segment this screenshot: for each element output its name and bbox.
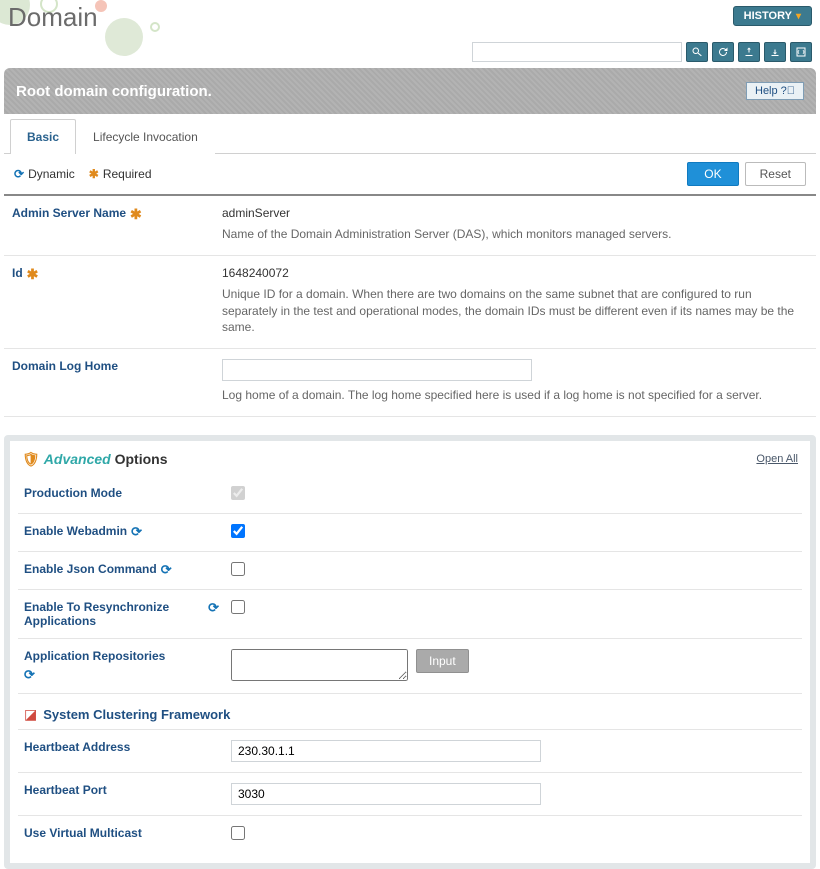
dynamic-icon: ⟳: [14, 167, 24, 181]
page-title: Domain: [8, 2, 812, 33]
input-log-home[interactable]: [222, 359, 532, 381]
dynamic-icon: ⟳: [131, 524, 142, 540]
row-app-repos: Application Repositories ⟳ Input: [18, 639, 802, 694]
legend-row: ⟳Dynamic ✱Required OK Reset: [4, 154, 816, 196]
value-admin-server: adminServer: [222, 206, 808, 220]
reset-button[interactable]: Reset: [745, 162, 806, 186]
label-heartbeat-addr: Heartbeat Address: [24, 740, 130, 754]
label-app-repos: Application Repositories: [24, 649, 165, 663]
search-input[interactable]: [472, 42, 682, 62]
row-heartbeat-address: Heartbeat Address: [18, 730, 802, 773]
textarea-app-repos[interactable]: [231, 649, 408, 681]
advanced-title-suffix: Options: [111, 451, 168, 467]
label-enable-webadmin: Enable Webadmin: [24, 524, 127, 538]
legend-required: ✱Required: [89, 167, 152, 181]
checkbox-virtual-multicast[interactable]: [231, 826, 245, 840]
label-log-home: Domain Log Home: [12, 359, 222, 404]
row-production-mode: Production Mode: [18, 476, 802, 514]
top-row: Domain HISTORY ▾: [0, 0, 820, 42]
dynamic-icon: ⟳: [24, 667, 35, 683]
advanced-panel: 🛡Advanced Options Open All Production Mo…: [4, 435, 816, 869]
checkbox-enable-json[interactable]: [231, 562, 245, 576]
export-icon-button[interactable]: [738, 42, 760, 62]
checkbox-production-mode[interactable]: [231, 486, 245, 500]
search-row: [0, 42, 820, 68]
value-id: 1648240072: [222, 266, 808, 280]
input-button[interactable]: Input: [416, 649, 469, 673]
shield-icon: 🛡: [22, 451, 40, 467]
row-enable-webadmin: Enable Webadmin ⟳: [18, 514, 802, 552]
advanced-header: 🛡Advanced Options Open All: [10, 441, 810, 476]
advanced-title-prefix: Advanced: [44, 451, 111, 467]
form-table: Admin Server Name ✱ adminServer Name of …: [4, 196, 816, 417]
row-enable-json: Enable Json Command ⟳: [18, 552, 802, 590]
label-production-mode: Production Mode: [24, 486, 122, 500]
subtitle-bar: Root domain configuration. Help ?⃝: [4, 68, 816, 114]
desc-id: Unique ID for a domain. When there are t…: [222, 286, 808, 336]
legend-dynamic: ⟳Dynamic: [14, 167, 75, 181]
row-virtual-multicast: Use Virtual Multicast: [18, 816, 802, 853]
section-system-clustering: ◪ System Clustering Framework: [18, 694, 802, 730]
row-admin-server: Admin Server Name ✱ adminServer Name of …: [4, 196, 816, 256]
search-icon-button[interactable]: [686, 42, 708, 62]
xml-icon-button[interactable]: [790, 42, 812, 62]
refresh-icon-button[interactable]: [712, 42, 734, 62]
open-all-link[interactable]: Open All: [756, 453, 798, 465]
help-button-label: Help: [755, 85, 778, 97]
section-bullet-icon: ◪: [24, 706, 37, 723]
subtitle-text: Root domain configuration.: [16, 83, 212, 100]
row-id: Id ✱ 1648240072 Unique ID for a domain. …: [4, 256, 816, 349]
label-heartbeat-port: Heartbeat Port: [24, 783, 107, 797]
checkbox-enable-resync[interactable]: [231, 600, 245, 614]
row-log-home: Domain Log Home Log home of a domain. Th…: [4, 349, 816, 417]
dynamic-icon: ⟳: [208, 600, 219, 616]
section-title-scf: System Clustering Framework: [43, 707, 230, 722]
tabs-row: Basic Lifecycle Invocation: [4, 118, 816, 154]
label-virtual-multicast: Use Virtual Multicast: [24, 826, 142, 840]
desc-log-home: Log home of a domain. The log home speci…: [222, 387, 808, 404]
dynamic-icon: ⟳: [161, 562, 172, 578]
desc-admin-server: Name of the Domain Administration Server…: [222, 226, 808, 243]
help-icon: ?⃝: [781, 85, 795, 97]
row-enable-resync: Enable To Resynchronize Applications ⟳: [18, 590, 802, 639]
required-icon: ✱: [27, 266, 39, 283]
import-icon-button[interactable]: [764, 42, 786, 62]
label-admin-server: Admin Server Name ✱: [12, 206, 222, 243]
input-heartbeat-addr[interactable]: [231, 740, 541, 762]
tab-lifecycle[interactable]: Lifecycle Invocation: [76, 119, 215, 154]
ok-button[interactable]: OK: [687, 162, 738, 186]
required-icon: ✱: [130, 206, 142, 223]
label-enable-resync: Enable To Resynchronize Applications: [24, 600, 204, 628]
required-icon: ✱: [89, 167, 99, 181]
row-heartbeat-port: Heartbeat Port: [18, 773, 802, 816]
help-button[interactable]: Help ?⃝: [746, 82, 804, 100]
label-id: Id ✱: [12, 266, 222, 336]
label-enable-json: Enable Json Command: [24, 562, 157, 576]
input-heartbeat-port[interactable]: [231, 783, 541, 805]
tab-basic[interactable]: Basic: [10, 119, 76, 154]
checkbox-enable-webadmin[interactable]: [231, 524, 245, 538]
